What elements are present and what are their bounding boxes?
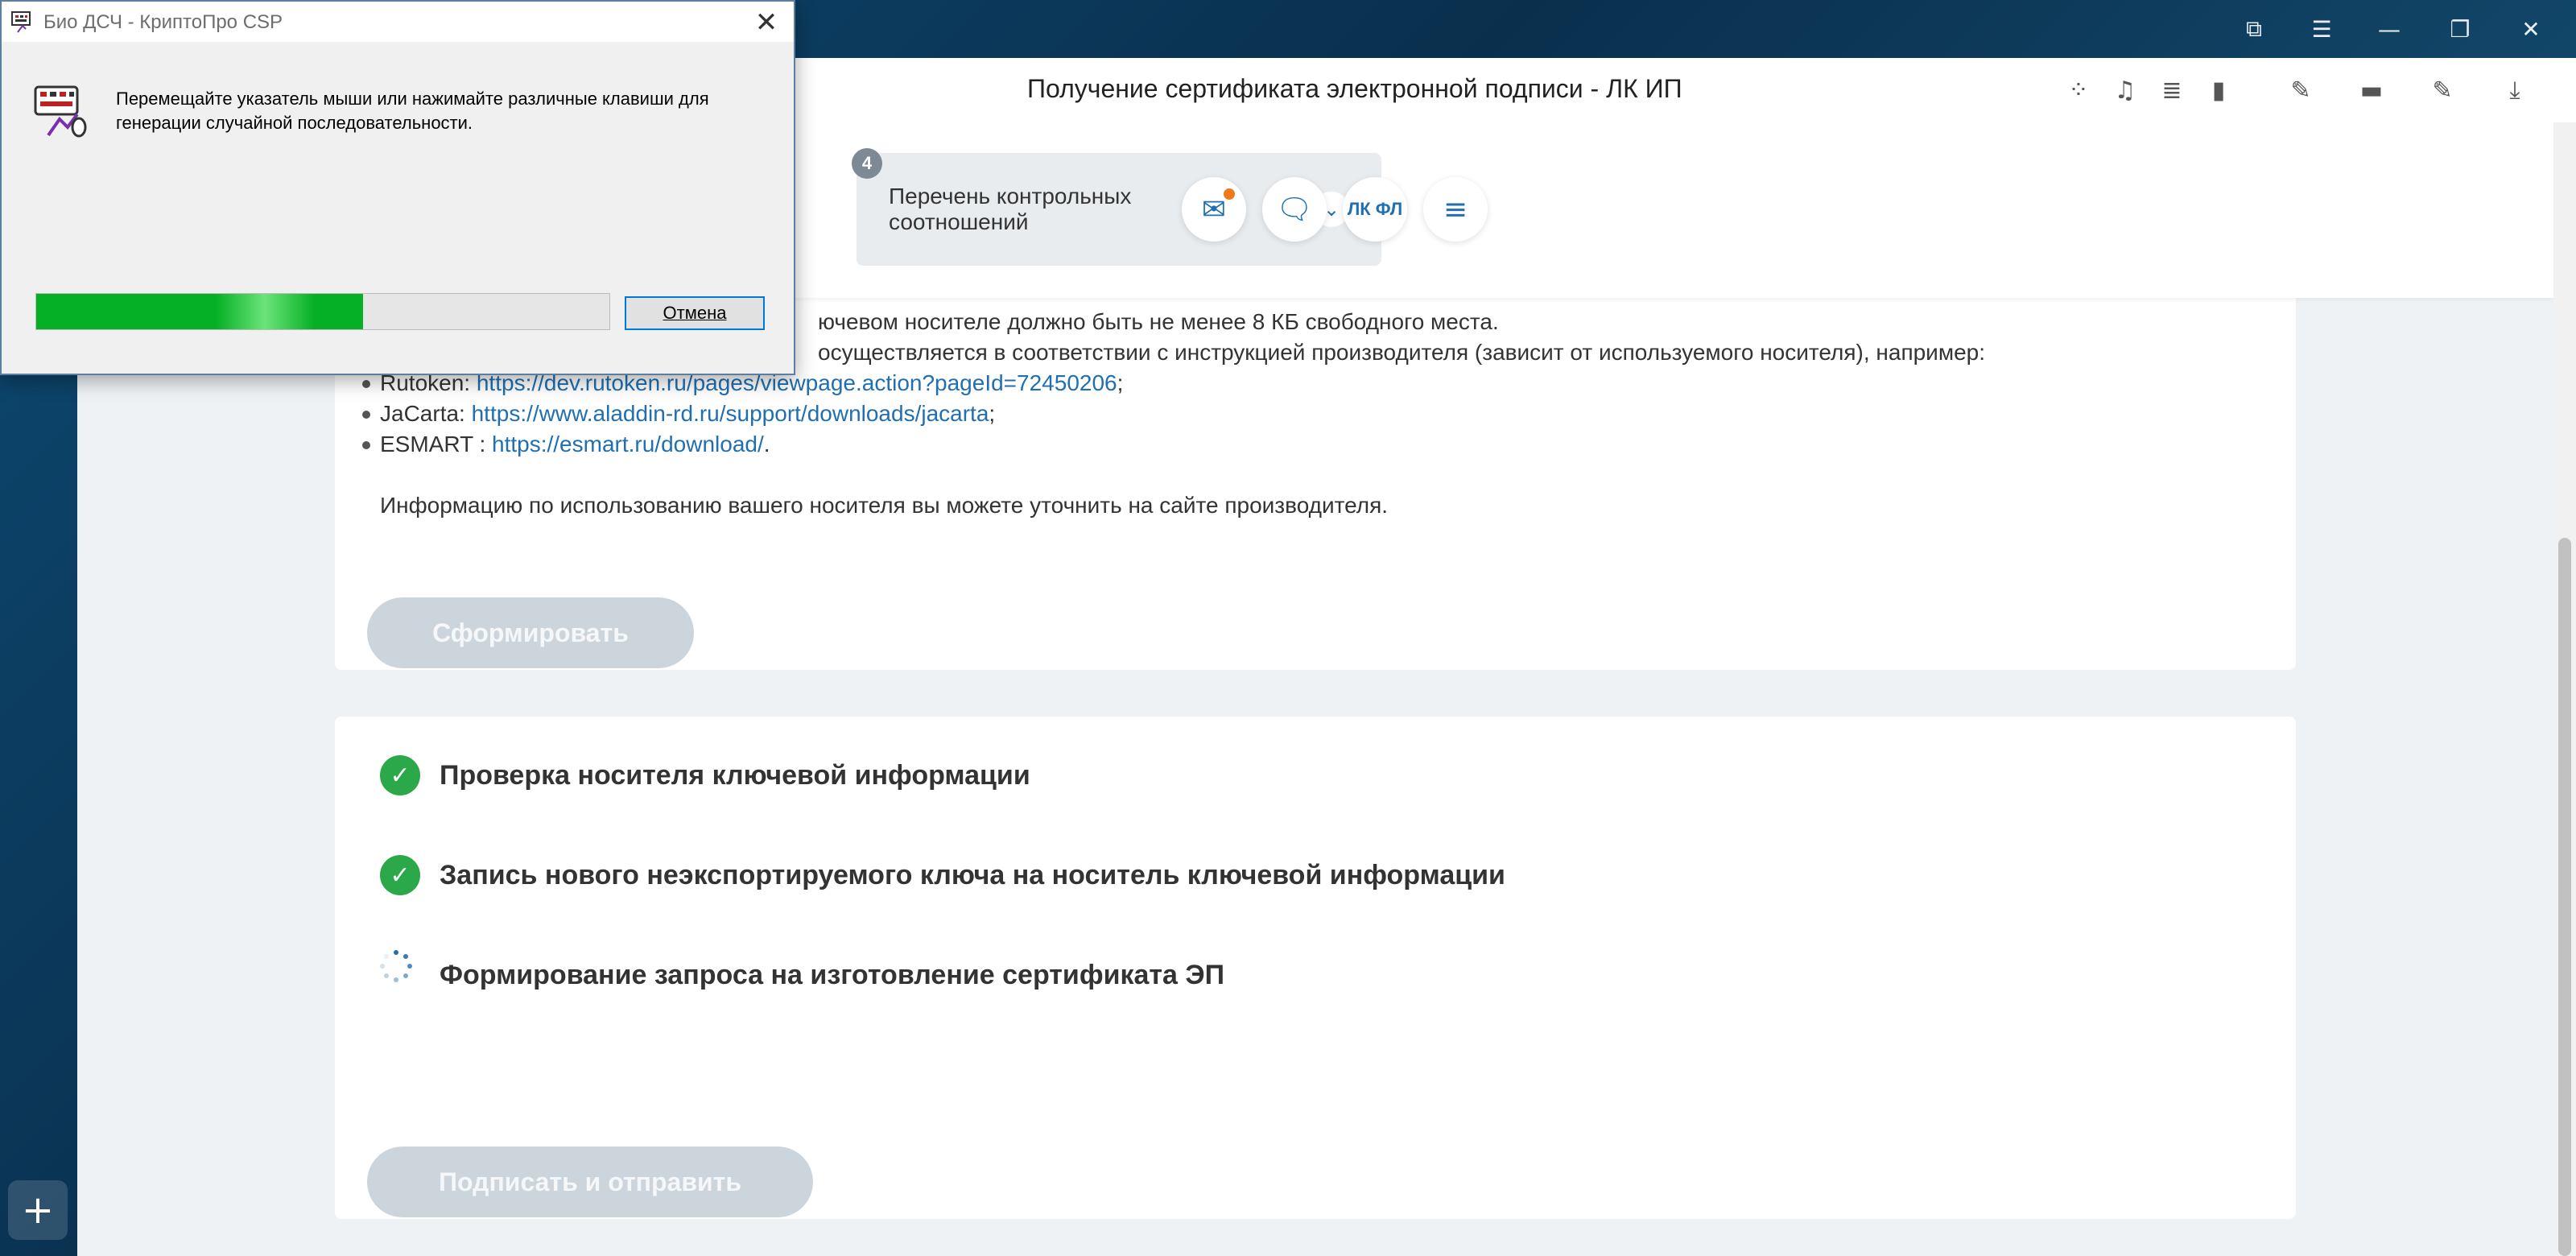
bio-rng-dialog: Био ДСЧ - КриптоПро CSP ✕ Перемещайте ук…	[0, 0, 795, 375]
progress-bar	[35, 293, 610, 330]
signature-extension-icon[interactable]: ✎	[2425, 72, 2460, 108]
add-icon[interactable]: +	[8, 1180, 68, 1240]
hamburger-menu-button[interactable]: ≡	[1423, 177, 1488, 242]
mail-icon: ✉	[1201, 192, 1227, 226]
keyboard-mouse-icon	[34, 85, 87, 138]
minimize-icon[interactable]: —	[2370, 11, 2409, 47]
bullet	[362, 441, 370, 449]
reader-mode-icon[interactable]: ≣	[2154, 72, 2190, 108]
dialog-message: Перемещайте указатель мыши или нажимайте…	[116, 89, 709, 133]
sign-send-button[interactable]: Подписать и отправить	[367, 1147, 813, 1217]
jacarta-line: JaCarta: https://www.aladdin-rd.ru/suppo…	[380, 401, 995, 427]
headphones-icon[interactable]: ♫	[2107, 72, 2143, 108]
cryptopro-app-icon	[11, 11, 31, 33]
chat-icon: 🗨	[1276, 193, 1313, 226]
generate-button[interactable]: Сформировать	[367, 597, 694, 668]
bullet	[362, 380, 370, 388]
bullet	[362, 411, 370, 419]
check-icon: ✓	[380, 755, 420, 795]
page-title: Получение сертификата электронной подпис…	[1027, 74, 1682, 103]
stage-label: Формирование запроса на изготовление сер…	[440, 960, 1225, 990]
cancel-label: Отмена	[663, 303, 727, 323]
lkfl-button[interactable]: ЛК ФЛ	[1343, 177, 1407, 242]
dialog-titlebar[interactable]: Био ДСЧ - КриптоПро CSP ✕	[2, 2, 794, 42]
jacarta-label: JaCarta:	[380, 401, 472, 426]
scrollbar-thumb[interactable]	[2558, 538, 2571, 1256]
cryptopro-extension-icon[interactable]: ✎	[2283, 72, 2318, 108]
collections-icon[interactable]: ⧉	[2235, 11, 2273, 47]
cancel-button[interactable]: Отмена	[625, 296, 765, 330]
check-icon: ✓	[380, 855, 420, 895]
jacarta-link[interactable]: https://www.aladdin-rd.ru/support/downlo…	[472, 401, 989, 426]
progress-bar-fill	[36, 294, 363, 329]
esmart-line: ESMART : https://esmart.ru/download/.	[380, 432, 770, 457]
notification-dot	[1224, 188, 1235, 200]
lkfl-label: ЛК ФЛ	[1347, 199, 1403, 219]
punctuation: ;	[1117, 370, 1124, 395]
step-number-badge: 4	[852, 148, 882, 179]
close-icon[interactable]: ✕	[750, 6, 782, 39]
mail-button[interactable]: ✉	[1182, 177, 1246, 242]
esmart-label: ESMART :	[380, 432, 493, 457]
stage-label: Проверка носителя ключевой информации	[440, 760, 1030, 791]
bookmark-icon[interactable]: ▮	[2201, 72, 2236, 108]
dialog-title: Био ДСЧ - КриптоПро CSP	[43, 11, 283, 33]
hamburger-icon: ≡	[1443, 192, 1468, 226]
info-text: ючевом носителе должно быть не менее 8 К…	[818, 309, 1499, 334]
chat-button[interactable]: 🗨	[1262, 177, 1327, 242]
close-window-icon[interactable]: ✕	[2512, 11, 2550, 47]
extension-icon[interactable]: ▬	[2354, 72, 2389, 108]
download-icon[interactable]: ⤓	[2497, 72, 2533, 108]
stage-label: Запись нового неэкспортируемого ключа на…	[440, 860, 1505, 890]
extensions-icon[interactable]: ⁘	[2061, 72, 2096, 108]
progress-card: ✓ Проверка носителя ключевой информации …	[335, 717, 2296, 1219]
restore-icon[interactable]: ❐	[2441, 11, 2479, 47]
info-text: осуществляется в соответствии с инструкц…	[818, 340, 1985, 365]
esmart-link[interactable]: https://esmart.ru/download/	[492, 432, 764, 457]
spinner-icon	[380, 950, 412, 982]
menu-icon[interactable]: ☰	[2302, 11, 2341, 47]
punctuation: .	[763, 432, 770, 457]
punctuation: ;	[989, 401, 996, 426]
info-footer: Информацию по использованию вашего носит…	[380, 493, 1389, 518]
